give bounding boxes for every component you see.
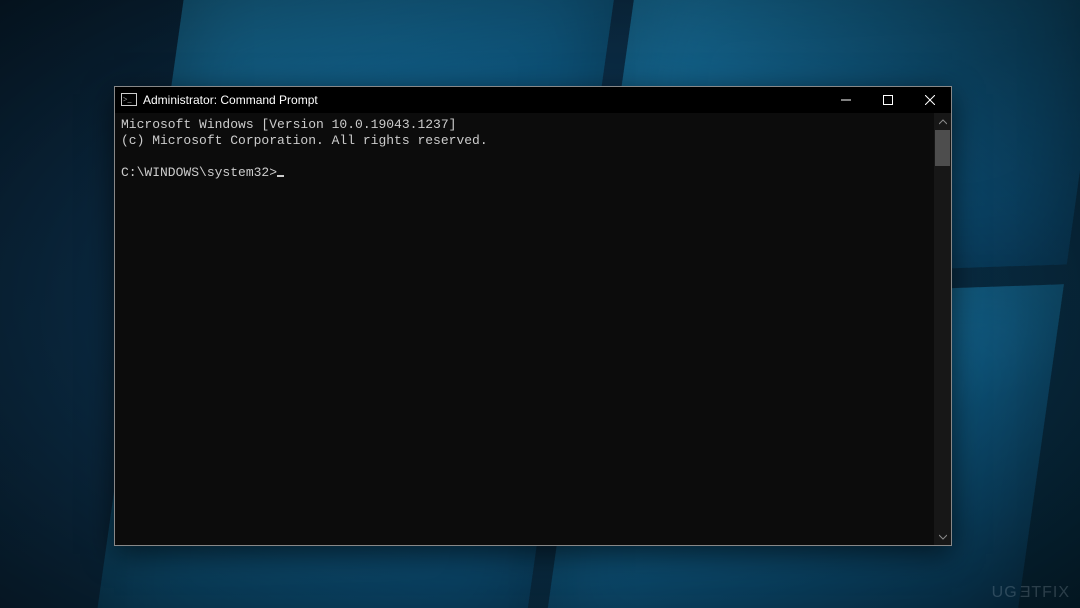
command-prompt-window: >_ Administrator: Command Prompt Microso… — [114, 86, 952, 546]
scroll-up-button[interactable] — [934, 113, 951, 130]
terminal-line: (c) Microsoft Corporation. All rights re… — [121, 133, 488, 148]
watermark-text: E — [1019, 584, 1031, 602]
vertical-scrollbar[interactable] — [934, 113, 951, 545]
svg-text:>_: >_ — [123, 95, 133, 104]
watermark-text: TFIX — [1031, 584, 1070, 602]
window-title: Administrator: Command Prompt — [143, 93, 318, 107]
terminal-prompt: C:\WINDOWS\system32> — [121, 165, 277, 180]
terminal-output[interactable]: Microsoft Windows [Version 10.0.19043.12… — [115, 113, 934, 545]
maximize-button[interactable] — [867, 87, 909, 113]
scroll-down-button[interactable] — [934, 528, 951, 545]
scrollbar-track[interactable] — [934, 166, 951, 528]
titlebar[interactable]: >_ Administrator: Command Prompt — [115, 87, 951, 113]
window-client-area: Microsoft Windows [Version 10.0.19043.12… — [115, 113, 951, 545]
ugetfix-watermark: UGETFIX — [992, 584, 1070, 602]
minimize-button[interactable] — [825, 87, 867, 113]
cmd-prompt-icon: >_ — [121, 92, 137, 108]
watermark-text: UG — [992, 584, 1018, 602]
terminal-line: Microsoft Windows [Version 10.0.19043.12… — [121, 117, 456, 132]
scrollbar-thumb[interactable] — [935, 130, 950, 166]
text-cursor — [277, 175, 284, 177]
close-button[interactable] — [909, 87, 951, 113]
